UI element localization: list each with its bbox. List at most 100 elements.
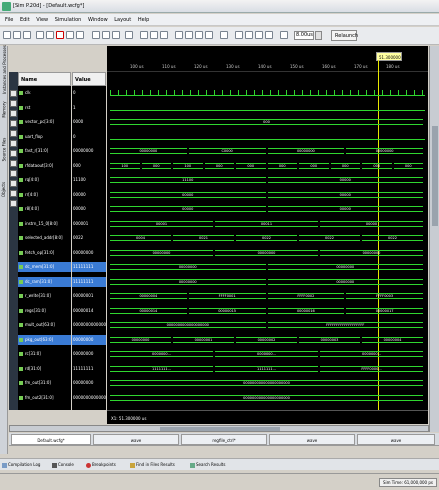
- signal-value[interactable]: 00000: [72, 190, 106, 200]
- tab-instances-processes[interactable]: Instances and Processes: [0, 45, 8, 94]
- signal-value[interactable]: 00000000: [72, 146, 106, 156]
- swap-cursors-icon[interactable]: [10, 200, 17, 207]
- tab-source-files[interactable]: Source Files: [0, 130, 8, 168]
- run-all-icon[interactable]: [235, 31, 243, 39]
- signal-value[interactable]: 000001: [72, 219, 106, 229]
- redo-icon[interactable]: [76, 31, 84, 39]
- add-marker-icon[interactable]: [10, 170, 17, 177]
- signal-value[interactable]: 0: [72, 132, 106, 142]
- menu-layout[interactable]: Layout: [114, 17, 131, 23]
- signal-name-row[interactable]: selected_addr[8:0]: [18, 233, 71, 243]
- signal-value[interactable]: 000: [72, 161, 106, 171]
- relaunch-button[interactable]: Relaunch: [331, 30, 358, 41]
- next-transition-icon[interactable]: [10, 160, 17, 167]
- marker-icon[interactable]: [140, 31, 148, 39]
- menu-simulation[interactable]: Simulation: [55, 17, 82, 23]
- signal-name-row[interactable]: rd[31:0]: [18, 364, 71, 374]
- signal-value[interactable]: 11111111: [72, 262, 106, 272]
- signal-name-row[interactable]: rfdataout[3:0]: [18, 161, 71, 171]
- marker-next-icon[interactable]: [160, 31, 168, 39]
- next-marker-icon[interactable]: [10, 190, 17, 197]
- break-icon[interactable]: [265, 31, 273, 39]
- signal-value[interactable]: 00000000: [72, 378, 106, 388]
- marker-prev-icon[interactable]: [150, 31, 158, 39]
- goto-start-icon[interactable]: [185, 31, 193, 39]
- zoom-out-icon[interactable]: [10, 100, 17, 107]
- signal-name-row[interactable]: fast_r[31:0]: [18, 146, 71, 156]
- signal-value[interactable]: 1: [72, 103, 106, 113]
- signal-name-row[interactable]: mult_out[63:0]: [18, 320, 71, 330]
- tab-wave-2[interactable]: wave: [269, 434, 355, 445]
- tab-default-wcfg[interactable]: Default.wcfg*: [11, 434, 91, 445]
- step-icon[interactable]: [255, 31, 263, 39]
- vertical-scroll-thumb[interactable]: [432, 126, 438, 226]
- signal-name-row[interactable]: fm_out2[31:0]: [18, 393, 71, 403]
- run-for-icon[interactable]: [245, 31, 253, 39]
- goto-end-icon[interactable]: [10, 140, 17, 147]
- signal-value[interactable]: 0000000000000000: [72, 320, 106, 330]
- signal-value[interactable]: 00000001: [72, 291, 106, 301]
- goto-cursor-icon[interactable]: [10, 120, 17, 127]
- prev-transition-icon[interactable]: [10, 150, 17, 157]
- run-time-input[interactable]: 8.00us: [294, 31, 314, 40]
- signal-name-row[interactable]: r8[4:0]: [18, 204, 71, 214]
- signal-value[interactable]: 00000000: [72, 248, 106, 258]
- signal-value[interactable]: 00000000: [72, 335, 106, 345]
- signal-name-row[interactable]: rc[31:0]: [18, 349, 71, 359]
- signal-name-row[interactable]: uart_flop: [18, 132, 71, 142]
- menu-help[interactable]: Help: [138, 17, 149, 23]
- goto-end-icon[interactable]: [195, 31, 203, 39]
- run-time-icon[interactable]: [280, 31, 288, 39]
- signal-name-row[interactable]: rq[4:0]: [18, 175, 71, 185]
- signal-value[interactable]: 0000: [72, 117, 106, 127]
- name-column-header[interactable]: Name: [18, 72, 71, 86]
- horizontal-scroll-thumb[interactable]: [160, 427, 280, 431]
- zoom-in-icon[interactable]: [10, 90, 17, 97]
- tab-wave-3[interactable]: wave: [357, 434, 435, 445]
- tab-wave-1[interactable]: wave: [93, 434, 179, 445]
- goto-start-icon[interactable]: [10, 130, 17, 137]
- signal-value[interactable]: 00000000: [72, 349, 106, 359]
- signal-value[interactable]: 0000000000000000: [72, 393, 106, 403]
- tab-find-results[interactable]: Find in Files Results: [130, 461, 175, 469]
- vertical-scrollbar[interactable]: [429, 46, 439, 432]
- menu-view[interactable]: View: [36, 17, 48, 23]
- signal-name-row[interactable]: vector_pc[3:0]: [18, 117, 71, 127]
- restart-icon[interactable]: [220, 31, 228, 39]
- signal-name-row[interactable]: rr[4:0]: [18, 190, 71, 200]
- swap-cursors-icon[interactable]: [205, 31, 213, 39]
- signal-name-row[interactable]: clk: [18, 88, 71, 98]
- signal-name-row[interactable]: rst: [18, 103, 71, 113]
- prev-marker-icon[interactable]: [10, 180, 17, 187]
- signal-name-row[interactable]: instrn_15_0[8:0]: [18, 219, 71, 229]
- signal-value[interactable]: 0: [72, 88, 106, 98]
- zoom-in-icon[interactable]: [102, 31, 110, 39]
- undo-icon[interactable]: [66, 31, 74, 39]
- tab-search-results[interactable]: Search Results: [190, 461, 225, 469]
- open-icon[interactable]: [13, 31, 21, 39]
- tab-memory[interactable]: Memory: [0, 90, 8, 128]
- tab-compilation-log[interactable]: Compilation Log: [2, 461, 40, 469]
- delete-icon[interactable]: [56, 31, 64, 39]
- value-column-header[interactable]: Value: [72, 72, 106, 86]
- signal-value[interactable]: 11111111: [72, 277, 106, 287]
- menu-file[interactable]: File: [5, 17, 13, 23]
- save-icon[interactable]: [23, 31, 31, 39]
- copy-icon[interactable]: [46, 31, 54, 39]
- signal-name-row[interactable]: pkg_out[63:0]: [18, 335, 71, 345]
- horizontal-scrollbar[interactable]: [9, 425, 429, 432]
- tab-console[interactable]: Console: [52, 461, 74, 469]
- run-time-spinner[interactable]: [315, 31, 322, 40]
- zoom-fit-icon[interactable]: [10, 110, 17, 117]
- signal-value[interactable]: 00000014: [72, 306, 106, 316]
- signal-name-row[interactable]: dc_ram[31:0]: [18, 277, 71, 287]
- signal-name-row[interactable]: r_write[31:0]: [18, 291, 71, 301]
- zoom-fit-icon[interactable]: [92, 31, 100, 39]
- search-icon[interactable]: [125, 31, 133, 39]
- tab-regfile-ctrl[interactable]: regfile_ctrl*: [181, 434, 267, 445]
- signal-name-row[interactable]: fm_out[31:0]: [18, 378, 71, 388]
- signal-name-row[interactable]: regs[31:0]: [18, 306, 71, 316]
- signal-value[interactable]: 0022: [72, 233, 106, 243]
- cut-icon[interactable]: [36, 31, 44, 39]
- signal-value[interactable]: 11100: [72, 175, 106, 185]
